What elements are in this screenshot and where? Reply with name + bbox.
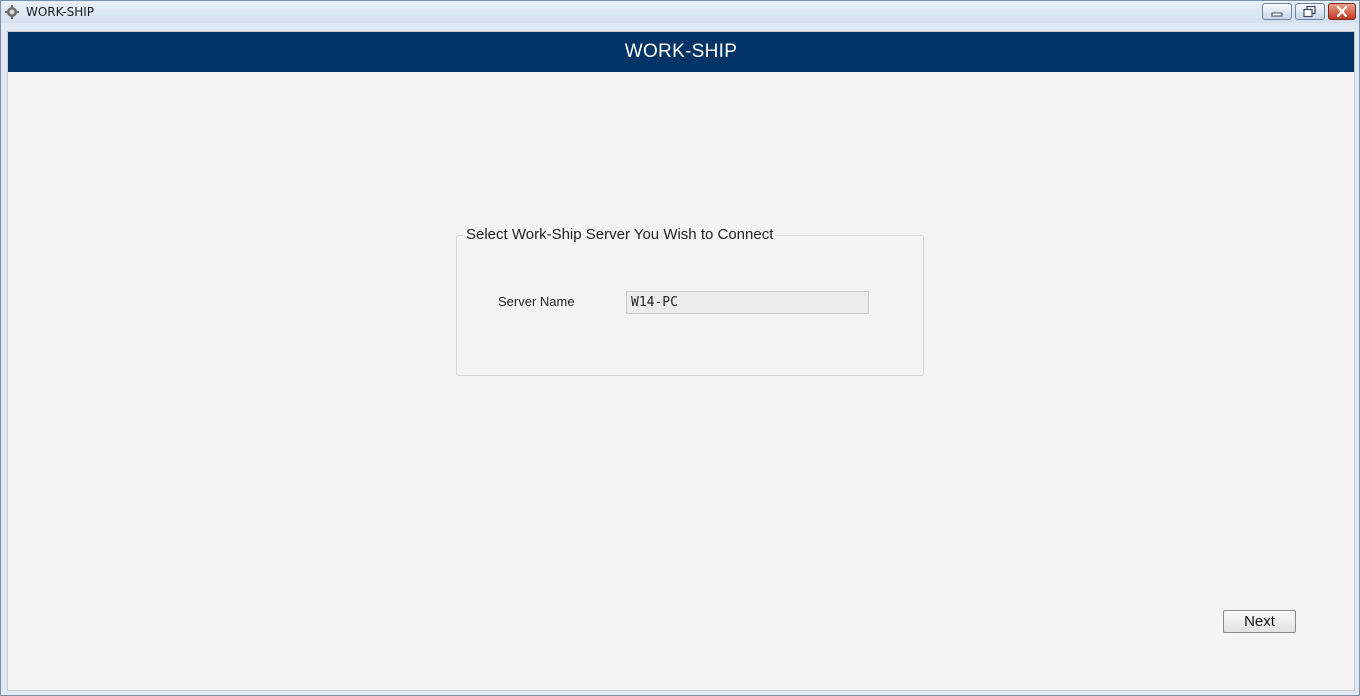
- title-bar[interactable]: WORK-SHIP: [1, 1, 1359, 23]
- minimize-icon: [1271, 12, 1283, 17]
- app-window: WORK-SHIP WORK-SHIP Select Work-Ship Ser…: [0, 0, 1360, 696]
- window-title: WORK-SHIP: [26, 5, 95, 19]
- next-button[interactable]: Next: [1223, 610, 1296, 633]
- minimize-button[interactable]: [1262, 3, 1292, 20]
- close-icon: [1336, 5, 1348, 18]
- server-selection-group: Select Work-Ship Server You Wish to Conn…: [456, 226, 924, 376]
- restore-button[interactable]: [1295, 3, 1325, 20]
- server-name-label: Server Name: [498, 294, 575, 309]
- client-area: WORK-SHIP Select Work-Ship Server You Wi…: [7, 31, 1355, 691]
- header-banner: WORK-SHIP: [8, 32, 1354, 72]
- server-name-input[interactable]: [626, 291, 869, 314]
- restore-icon: [1303, 5, 1316, 18]
- app-gear-icon: [5, 5, 19, 19]
- group-legend: Select Work-Ship Server You Wish to Conn…: [463, 226, 777, 243]
- close-button[interactable]: [1328, 3, 1356, 20]
